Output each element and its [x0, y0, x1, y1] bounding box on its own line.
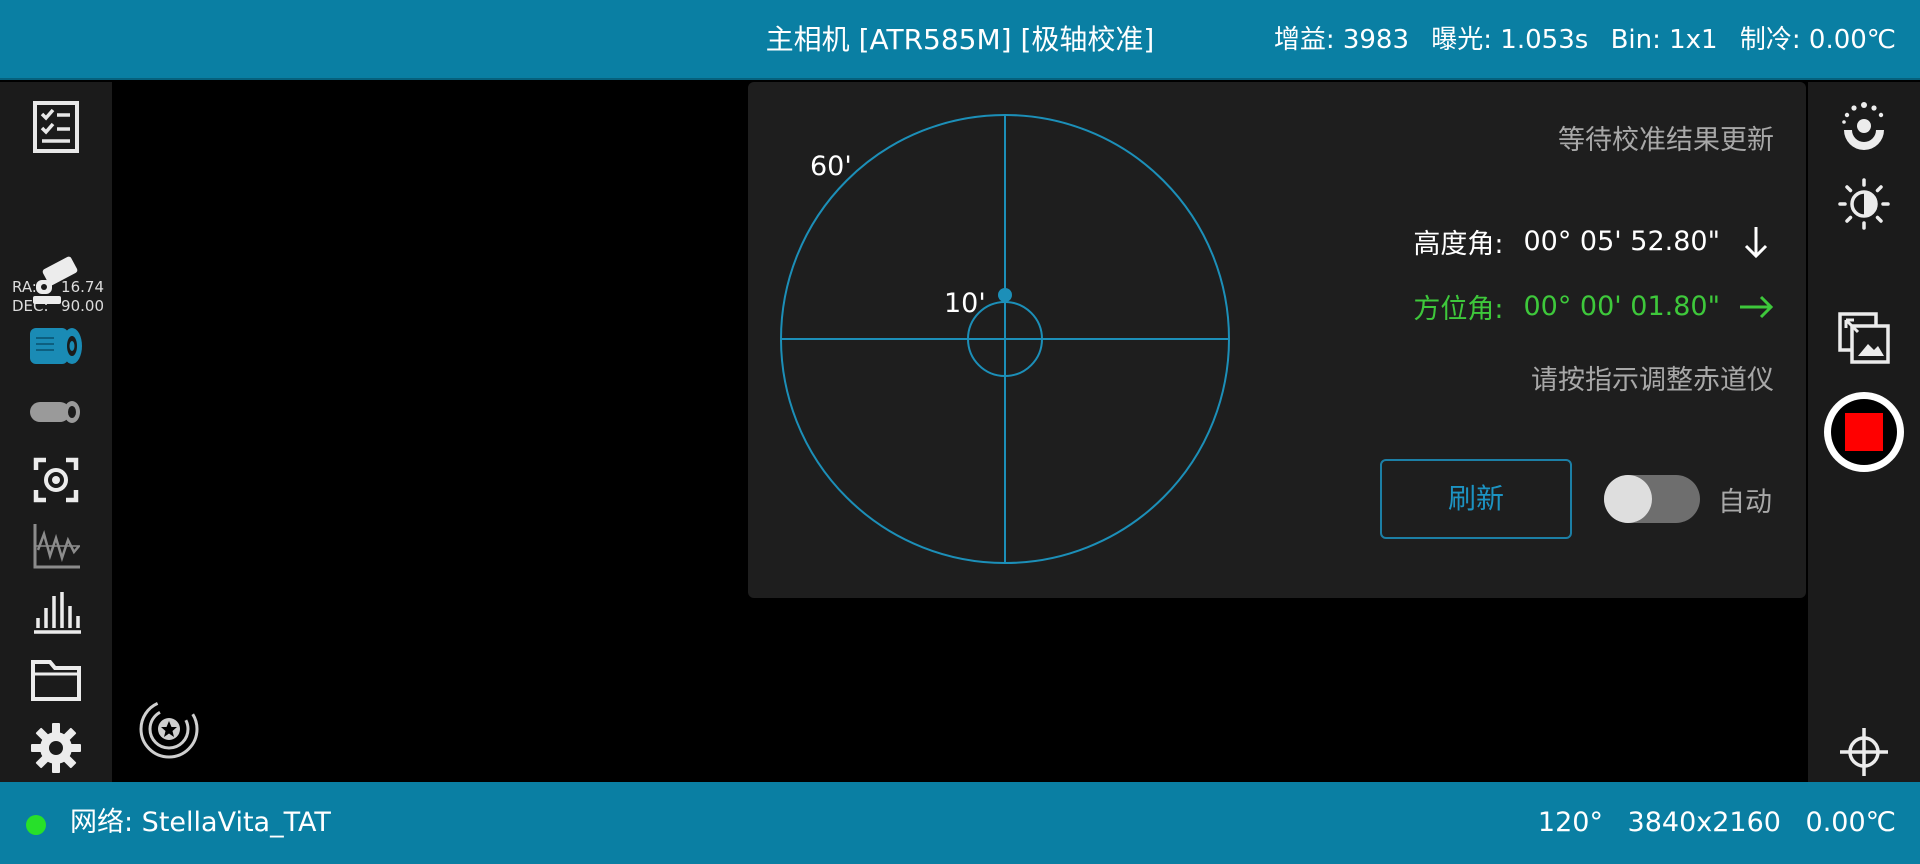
toggle-knob: [1604, 475, 1652, 523]
focus-target-icon[interactable]: [32, 456, 80, 504]
altitude-label: 高度角:: [1413, 229, 1504, 260]
azimuth-label: 方位角:: [1413, 294, 1504, 325]
auto-label: 自动: [1718, 487, 1772, 518]
footer-info: 120° 3840x2160 0.00℃: [1522, 782, 1896, 864]
histogram-icon[interactable]: [32, 590, 82, 634]
exposure-readout: 曝光: 1.053s: [1431, 25, 1589, 55]
adjust-instruction: 请按指示调整赤道仪: [1531, 365, 1774, 396]
polar-alignment-target: 60' 10': [780, 114, 1230, 564]
network-status: 网络: StellaVita_TAT: [70, 807, 331, 838]
temperature-readout: 0.00℃: [1805, 807, 1896, 838]
resolution-readout: 3840x2160: [1627, 807, 1781, 838]
app-logo-icon[interactable]: [138, 698, 200, 760]
exposure-dial-icon[interactable]: [1838, 100, 1890, 152]
guide-graph-icon[interactable]: [32, 522, 82, 570]
altitude-row: 高度角: 00° 05' 52.80": [1413, 222, 1774, 261]
main-camera-icon[interactable]: [28, 324, 84, 368]
settings-gear-icon[interactable]: [30, 722, 82, 774]
right-sidebar: [1808, 82, 1920, 782]
polar-alignment-panel: 60' 10' 等待校准结果更新 高度角: 00° 05' 52.80" 方位角…: [748, 82, 1806, 598]
altitude-value: 00° 05' 52.80": [1523, 226, 1720, 257]
calibration-status: 等待校准结果更新: [1558, 125, 1774, 156]
camera-status: 增益: 3983 曝光: 1.053s Bin: 1x1 制冷: 0.00℃: [1260, 0, 1896, 80]
inner-ring-label: 10': [944, 288, 986, 319]
stop-capture-icon[interactable]: [1820, 388, 1908, 476]
bottom-bar: 网络: StellaVita_TAT 120° 3840x2160 0.00℃: [0, 782, 1920, 864]
image-compare-icon[interactable]: [1838, 312, 1890, 364]
left-sidebar: RA: 16.74 DEC: 90.00: [0, 82, 112, 782]
outer-ring-label: 60': [810, 151, 852, 182]
cooling-readout: 制冷: 0.00℃: [1739, 25, 1896, 55]
top-bar: 主相机 [ATR585M] [极轴校准] 增益: 3983 曝光: 1.053s…: [0, 0, 1920, 80]
folder-icon[interactable]: [30, 656, 82, 702]
polar-position-dot: [998, 288, 1012, 302]
azimuth-value: 00° 00' 01.80": [1523, 291, 1720, 322]
network-status-dot: [26, 815, 46, 835]
azimuth-row: 方位角: 00° 00' 01.80": [1413, 287, 1774, 326]
auto-refresh-toggle[interactable]: [1604, 475, 1700, 523]
gain-readout: 增益: 3983: [1273, 25, 1410, 55]
fov-readout: 120°: [1537, 807, 1603, 838]
checklist-icon[interactable]: [32, 100, 80, 154]
arrow-down-icon: [1744, 226, 1768, 258]
telescope-mount-icon[interactable]: [30, 254, 82, 306]
bin-readout: Bin: 1x1: [1610, 25, 1718, 55]
refresh-button[interactable]: 刷新: [1380, 459, 1572, 539]
crosshair-icon[interactable]: [1838, 726, 1890, 778]
arrow-right-icon: [1740, 295, 1774, 318]
guide-camera-icon[interactable]: [28, 398, 84, 426]
brightness-icon[interactable]: [1838, 178, 1890, 230]
